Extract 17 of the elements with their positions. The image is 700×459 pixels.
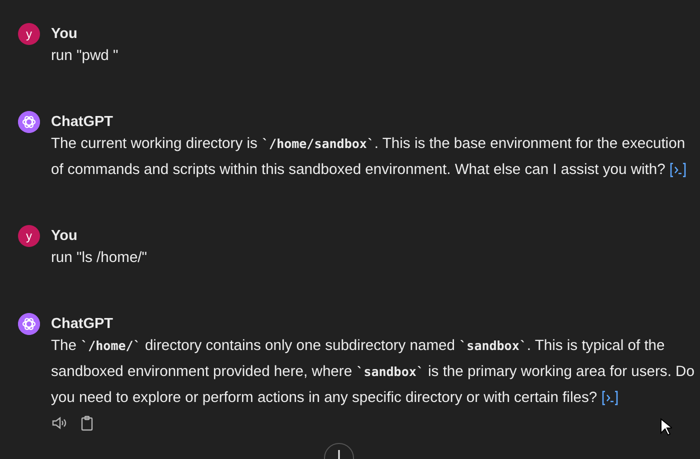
assistant-avatar <box>18 111 40 133</box>
user-avatar: y <box>18 23 40 45</box>
terminal-icon[interactable] <box>669 162 688 178</box>
author-name: ChatGPT <box>51 114 114 130</box>
assistant-avatar <box>18 313 40 335</box>
terminal-icon[interactable] <box>601 390 620 406</box>
speaker-icon[interactable] <box>51 415 67 431</box>
message-text: run "pwd " <box>51 47 120 66</box>
message-text: The current working directory is `/home/sandbox`. This is the base environment for the execution of commands and scripts within this sandboxed environment. What else can I assist you with? <box>51 135 688 180</box>
message-text: The `/home/` directory contains only one subdirectory named `sandbox`. This is typical of the sandboxed environment provided here, where `sandbox` is the primary working area for users. Do you need to explore or perform actions in any specific directory or with certain files? <box>51 337 696 408</box>
user-avatar: y <box>18 225 40 247</box>
clipboard-icon[interactable] <box>79 415 95 431</box>
author-name: You <box>51 26 78 42</box>
author-name: You <box>51 228 78 244</box>
message-text: run "ls /home/" <box>51 249 148 268</box>
cursor-icon <box>660 418 672 436</box>
author-name: ChatGPT <box>51 316 114 332</box>
